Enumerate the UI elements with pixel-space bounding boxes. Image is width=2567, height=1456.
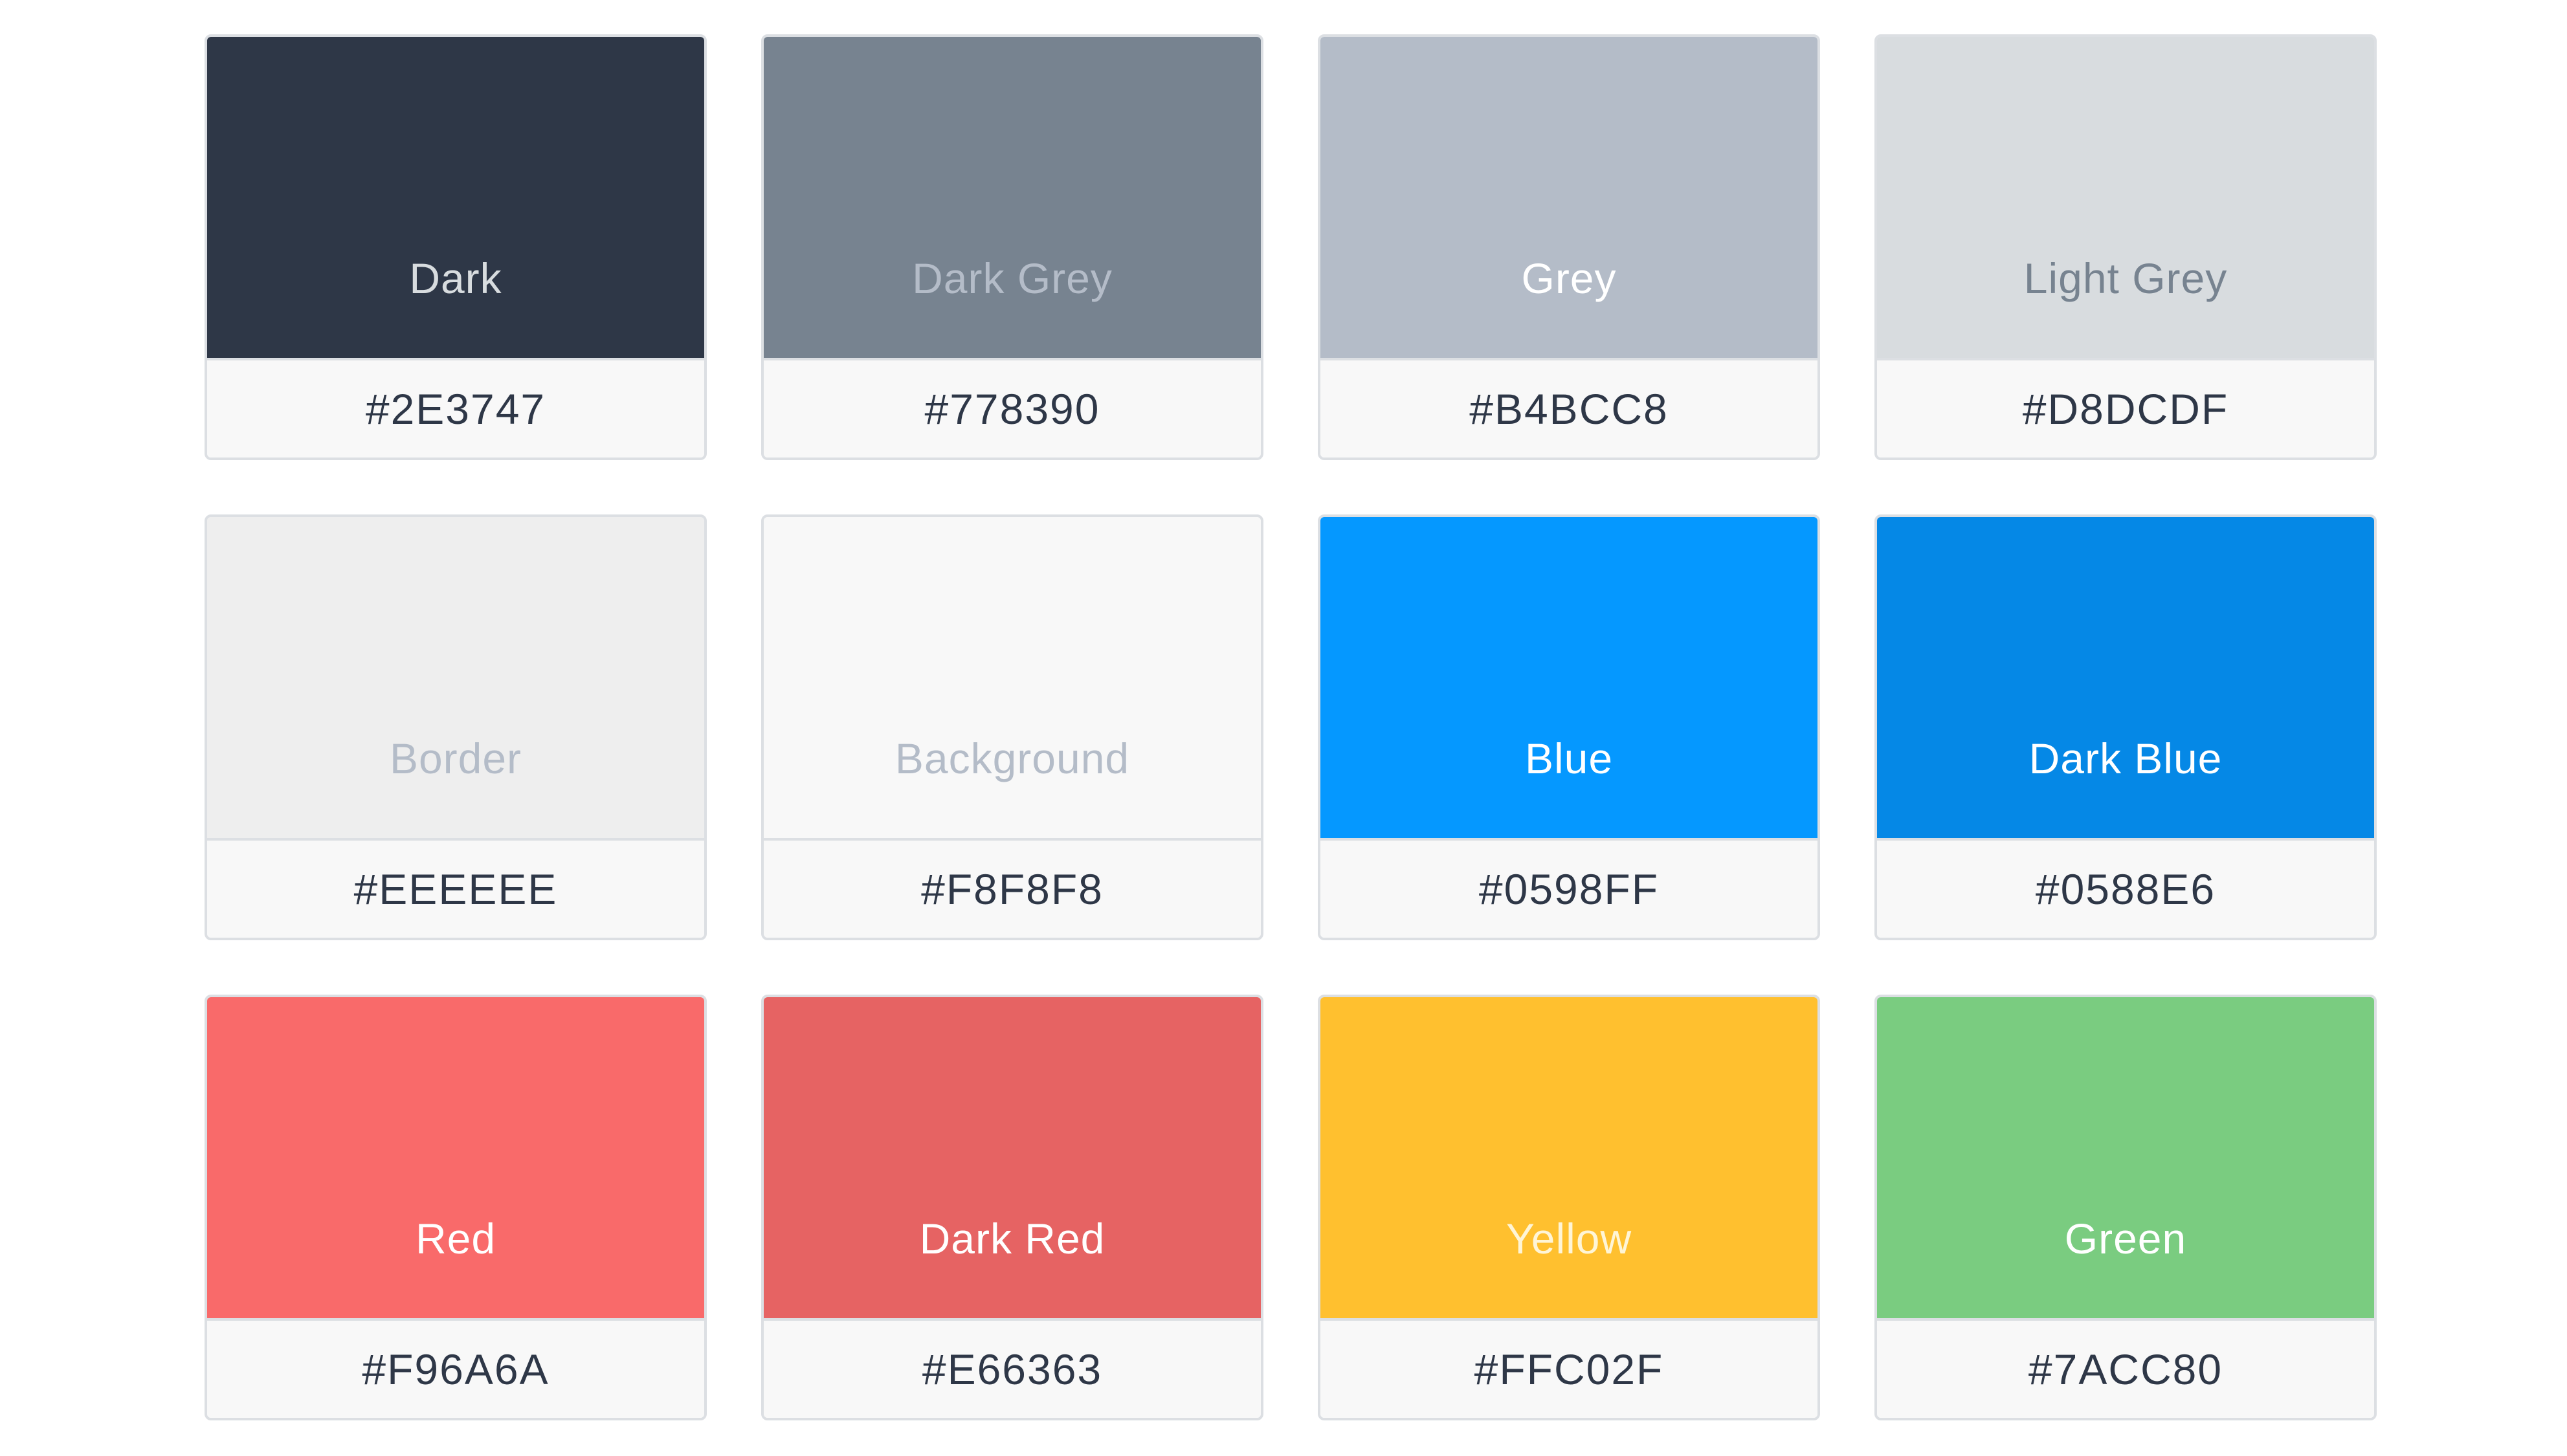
swatch-name: Red bbox=[415, 1215, 496, 1263]
swatch-name: Yellow bbox=[1506, 1215, 1632, 1263]
swatch-color: Grey bbox=[1320, 37, 1817, 358]
swatch-hex: #D8DCDF bbox=[1877, 358, 2374, 458]
swatch-color: Dark Red bbox=[764, 997, 1261, 1318]
swatch-name: Dark Blue bbox=[2028, 734, 2223, 782]
swatch-color: Light Grey bbox=[1877, 37, 2374, 358]
swatch-name: Green bbox=[2064, 1215, 2187, 1263]
swatch-card-dark-blue: Dark Blue #0588E6 bbox=[1874, 514, 2377, 940]
swatch-card-light-grey: Light Grey #D8DCDF bbox=[1874, 34, 2377, 460]
swatch-card-grey: Grey #B4BCC8 bbox=[1318, 34, 1820, 460]
swatch-hex: #E66363 bbox=[764, 1318, 1261, 1418]
swatch-name: Blue bbox=[1524, 734, 1614, 782]
swatch-card-blue: Blue #0598FF bbox=[1318, 514, 1820, 940]
swatch-hex: #B4BCC8 bbox=[1320, 358, 1817, 458]
swatch-color: Background bbox=[764, 517, 1261, 838]
swatch-name: Background bbox=[895, 734, 1130, 782]
swatch-color: Green bbox=[1877, 997, 2374, 1318]
swatch-card-border: Border #EEEEEE bbox=[205, 514, 707, 940]
swatch-card-dark: Dark #2E3747 bbox=[205, 34, 707, 460]
swatch-name: Dark bbox=[409, 254, 502, 302]
swatch-name: Grey bbox=[1521, 254, 1617, 302]
swatch-hex: #778390 bbox=[764, 358, 1261, 458]
swatch-color: Dark Grey bbox=[764, 37, 1261, 358]
swatch-name: Dark Red bbox=[919, 1215, 1106, 1263]
swatch-color: Dark bbox=[207, 37, 704, 358]
swatch-color: Border bbox=[207, 517, 704, 838]
swatch-card-green: Green #7ACC80 bbox=[1874, 995, 2377, 1420]
swatch-hex: #0598FF bbox=[1320, 838, 1817, 938]
swatch-color: Yellow bbox=[1320, 997, 1817, 1318]
swatch-hex: #F8F8F8 bbox=[764, 838, 1261, 938]
swatch-name: Border bbox=[389, 734, 522, 782]
swatch-color: Red bbox=[207, 997, 704, 1318]
swatch-hex: #FFC02F bbox=[1320, 1318, 1817, 1418]
swatch-hex: #7ACC80 bbox=[1877, 1318, 2374, 1418]
swatch-card-yellow: Yellow #FFC02F bbox=[1318, 995, 1820, 1420]
swatch-card-red: Red #F96A6A bbox=[205, 995, 707, 1420]
swatch-color: Dark Blue bbox=[1877, 517, 2374, 838]
swatch-name: Light Grey bbox=[2023, 254, 2228, 302]
swatch-hex: #2E3747 bbox=[207, 358, 704, 458]
swatch-hex: #F96A6A bbox=[207, 1318, 704, 1418]
swatch-card-background: Background #F8F8F8 bbox=[761, 514, 1263, 940]
swatch-hex: #EEEEEE bbox=[207, 838, 704, 938]
swatch-card-dark-red: Dark Red #E66363 bbox=[761, 995, 1263, 1420]
swatch-color: Blue bbox=[1320, 517, 1817, 838]
swatch-hex: #0588E6 bbox=[1877, 838, 2374, 938]
color-palette: Dark #2E3747 Dark Grey #778390 Grey #B4B… bbox=[205, 34, 2377, 1420]
swatch-name: Dark Grey bbox=[912, 254, 1113, 302]
swatch-card-dark-grey: Dark Grey #778390 bbox=[761, 34, 1263, 460]
